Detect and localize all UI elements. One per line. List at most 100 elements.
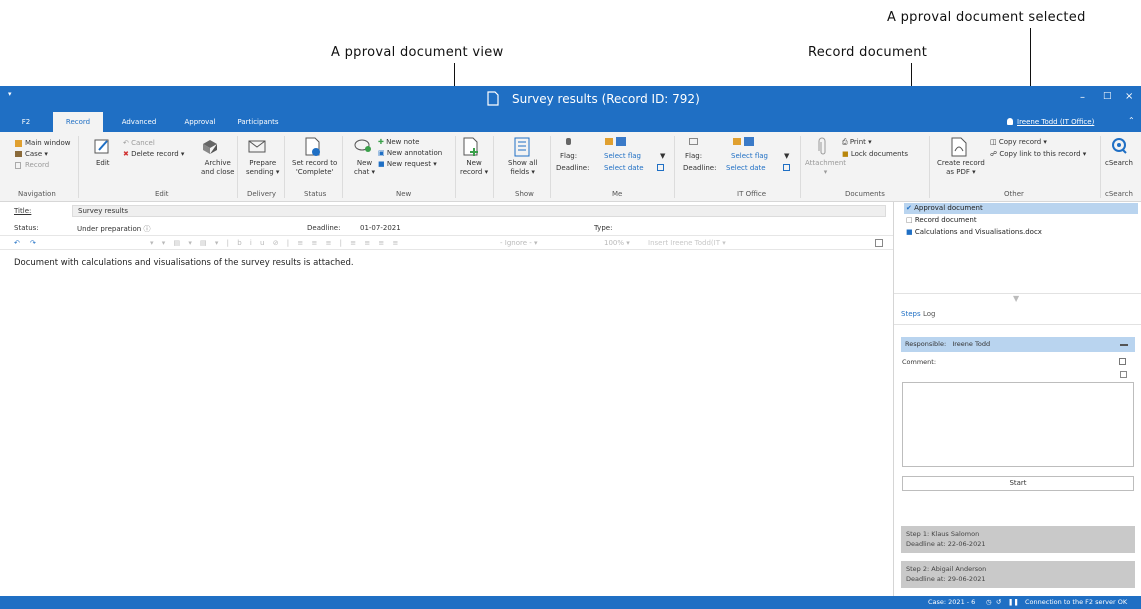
redo-icon[interactable]: ↷ (30, 239, 36, 247)
new-request-button[interactable]: ■ New request ▾ (378, 160, 437, 169)
cancel-button[interactable]: ↶ Cancel (123, 139, 155, 148)
formatting-toolbar: ↶ ↷ ▾ ▾ ▤ ▾ ▤ ▾ | b i u ⊘ | ≡ ≡ ≡ | ≡ ≡ … (0, 235, 893, 250)
person-icon (566, 138, 571, 145)
select-date-field[interactable]: Select date (604, 164, 644, 173)
divider (894, 324, 1141, 325)
group-it-office: IT Office (737, 190, 766, 198)
csearch-button[interactable]: cSearch (1105, 159, 1133, 168)
minimize-button[interactable]: – (1080, 92, 1085, 103)
step-card[interactable]: Step 2: Abigail Anderson Deadline at: 29… (901, 561, 1135, 588)
calendar-icon[interactable] (657, 164, 664, 171)
close-button[interactable]: × (1125, 91, 1133, 102)
attachment-button[interactable]: Attachment ▾ (805, 159, 846, 177)
main-window-button[interactable]: Main window (25, 139, 71, 148)
flag-dropdown-arrow[interactable]: ▼ (784, 152, 789, 161)
select-flag-dropdown[interactable]: Select flag (604, 152, 641, 161)
tab-record[interactable]: Record (53, 112, 103, 132)
chat-icon (354, 139, 371, 152)
save-icon[interactable] (1119, 358, 1126, 365)
clock-icon: ◷ (986, 598, 992, 606)
record-button[interactable]: Record (25, 161, 49, 170)
collapse-ribbon-icon[interactable]: ⌃ (1128, 116, 1135, 125)
step-name: Step 1: Klaus Salomon (906, 530, 980, 538)
edit-button[interactable]: Edit (96, 159, 110, 168)
expand-icon[interactable] (875, 239, 883, 247)
select-flag-dropdown[interactable]: Select flag (731, 152, 768, 161)
ignore-dropdown[interactable]: - Ignore - ▾ (500, 239, 538, 247)
connection-status: Connection to the F2 server OK (1025, 598, 1128, 606)
document-list-item[interactable]: □ Record document (904, 215, 977, 226)
group-status: Status (304, 190, 327, 198)
undo-icon[interactable]: ↶ (14, 239, 20, 247)
title-label: Title: (14, 207, 32, 215)
word-icon: ■ (906, 228, 913, 236)
document-list-item[interactable]: ✔ Approval document (904, 203, 1138, 214)
show-all-fields-button[interactable]: Show all fields ▾ (508, 159, 537, 177)
user-link[interactable]: Ireene Todd (IT Office) (1017, 118, 1094, 126)
group-edit: Edit (155, 190, 169, 198)
responsible-bar: Responsible: Ireene Todd (901, 337, 1135, 352)
delete-record-button[interactable]: ✖ Delete record ▾ (123, 150, 184, 159)
create-pdf-button[interactable]: Create record as PDF ▾ (937, 159, 985, 177)
format-controls[interactable]: ▾ ▾ ▤ ▾ ▤ ▾ | b i u ⊘ | ≡ ≡ ≡ | ≡ ≡ ≡ ≡ (150, 239, 401, 247)
collapse-icon[interactable] (1120, 344, 1128, 346)
copy-link-button[interactable]: ☍ Copy link to this record ▾ (990, 150, 1086, 159)
maximize-button[interactable]: □ (1103, 91, 1112, 101)
calendar-icon[interactable] (783, 164, 790, 171)
type-label: Type: (594, 224, 613, 232)
tab-participants[interactable]: Participants (232, 112, 284, 132)
divider (284, 136, 285, 198)
tab-advanced[interactable]: Advanced (114, 112, 164, 132)
copy-record-button[interactable]: ◫ Copy record ▾ (990, 138, 1047, 147)
tab-f2[interactable]: F2 (14, 112, 38, 132)
flag-icons (744, 137, 754, 146)
flag-dropdown-arrow[interactable]: ▼ (660, 152, 665, 161)
quick-access-icon[interactable]: ▾ (8, 90, 12, 98)
flag-icons (616, 137, 626, 146)
deadline-label: Deadline: (307, 224, 341, 232)
flag-label: Flag: (685, 152, 703, 160)
archive-icon (203, 140, 217, 154)
start-button[interactable]: Start (902, 476, 1134, 491)
divider (800, 136, 801, 198)
divider (237, 136, 238, 198)
pause-icon[interactable]: ❚❚ (1008, 598, 1019, 606)
step-card[interactable]: Step 1: Klaus Salomon Deadline at: 22-06… (901, 526, 1135, 553)
new-annotation-button[interactable]: ▣ New annotation (378, 149, 442, 158)
expand-icon[interactable] (1120, 371, 1127, 378)
new-note-button[interactable]: ✚ New note (378, 138, 419, 147)
help-icon[interactable]: ⓘ (143, 225, 150, 233)
edit-icon (94, 139, 109, 154)
select-date-field[interactable]: Select date (726, 164, 766, 173)
comment-textarea[interactable] (902, 382, 1134, 467)
new-chat-button[interactable]: New chat ▾ (354, 159, 375, 177)
group-delivery: Delivery (247, 190, 277, 198)
title-field[interactable]: Survey results (72, 205, 886, 217)
archive-close-button[interactable]: Archive and close (201, 159, 234, 177)
divider (78, 136, 79, 198)
set-complete-button[interactable]: Set record to 'Complete' (292, 159, 337, 177)
prepare-sending-button[interactable]: Prepare sending ▾ (246, 159, 279, 177)
new-record-button[interactable]: New record ▾ (460, 159, 488, 177)
window-title: Survey results (Record ID: 792) (512, 92, 700, 106)
record-icon (15, 162, 21, 169)
tab-approval[interactable]: Approval (178, 112, 222, 132)
divider (674, 136, 675, 198)
record-view: Title: Survey results Status: Under prep… (0, 202, 893, 596)
group-other: Other (1004, 190, 1024, 198)
insert-dropdown[interactable]: Insert Ireene Todd(IT ▾ (648, 239, 726, 247)
case-button[interactable]: Case ▾ (25, 150, 48, 159)
document-list-item[interactable]: ■ Calculations and Visualisations.docx (904, 227, 1042, 238)
status-bar: Case: 2021 - 6 ◷ ↺ ❚❚ Connection to the … (0, 596, 1141, 609)
zoom-dropdown[interactable]: 100% ▾ (604, 239, 630, 247)
sync-icon: ↺ (996, 598, 1002, 606)
lock-documents-button[interactable]: ■ Lock documents (842, 150, 908, 159)
user-icon (1007, 118, 1013, 125)
page-icon: □ (906, 216, 913, 224)
tab-log[interactable]: Log (923, 310, 936, 318)
chevron-down-icon[interactable]: ▼ (1013, 294, 1019, 303)
document-body[interactable]: Document with calculations and visualisa… (14, 258, 354, 268)
print-button[interactable]: ⎙ Print ▾ (842, 138, 872, 147)
tab-steps[interactable]: Steps (901, 310, 921, 318)
deadline-value[interactable]: 01-07-2021 (360, 224, 401, 232)
